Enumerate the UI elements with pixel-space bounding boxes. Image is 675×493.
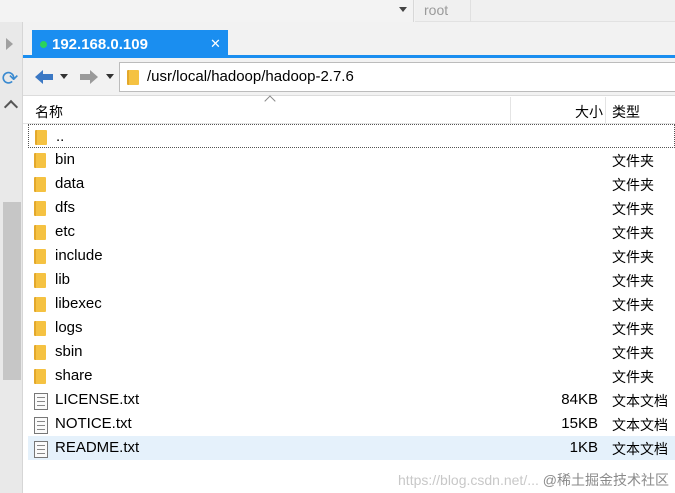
item-size: 84KB bbox=[561, 391, 598, 408]
address-bar[interactable]: /usr/local/hadoop/hadoop-2.7.6 bbox=[119, 62, 675, 92]
folder-icon bbox=[34, 225, 46, 240]
folder-icon bbox=[34, 201, 46, 216]
column-size[interactable]: 大小 bbox=[511, 102, 603, 122]
address-path[interactable]: /usr/local/hadoop/hadoop-2.7.6 bbox=[147, 68, 354, 85]
watermark-brand: @稀土掘金技术社区 bbox=[542, 472, 669, 488]
item-name: NOTICE.txt bbox=[55, 415, 132, 432]
divider bbox=[470, 0, 471, 22]
item-name: data bbox=[55, 175, 85, 192]
item-name: etc bbox=[55, 223, 76, 240]
list-item[interactable]: etc 文件夹 bbox=[28, 220, 675, 244]
back-history-chevron-icon[interactable] bbox=[60, 74, 68, 79]
list-item[interactable]: include 文件夹 bbox=[28, 244, 675, 268]
folder-icon bbox=[34, 153, 46, 168]
list-item[interactable]: logs 文件夹 bbox=[28, 316, 675, 340]
column-type[interactable]: 类型 bbox=[612, 102, 640, 122]
tab-session[interactable]: 192.168.0.109 ✕ bbox=[32, 30, 228, 59]
item-type: 文件夹 bbox=[612, 249, 654, 265]
text-file-icon bbox=[34, 393, 48, 410]
item-type: 文件夹 bbox=[612, 177, 654, 193]
item-name: dfs bbox=[55, 199, 76, 216]
list-item[interactable]: lib 文件夹 bbox=[28, 268, 675, 292]
item-name: libexec bbox=[55, 295, 102, 312]
text-file-icon bbox=[34, 441, 48, 458]
item-size: 15KB bbox=[561, 415, 598, 432]
watermark: https://blog.csdn.net/... @稀土掘金技术社区 bbox=[398, 470, 669, 490]
item-name: lib bbox=[55, 271, 71, 288]
folder-icon bbox=[34, 321, 46, 336]
item-type: 文件夹 bbox=[612, 201, 654, 217]
username-field[interactable]: root bbox=[424, 2, 448, 18]
item-type: 文件夹 bbox=[612, 297, 654, 313]
divider bbox=[413, 0, 414, 22]
list-item[interactable]: data 文件夹 bbox=[28, 172, 675, 196]
left-gutter: ⟳ bbox=[0, 22, 23, 493]
folder-icon bbox=[127, 70, 139, 85]
list-item[interactable]: LICENSE.txt 84KB 文本文档 bbox=[28, 388, 675, 412]
item-type: 文件夹 bbox=[612, 225, 654, 241]
text-file-icon bbox=[34, 417, 48, 434]
folder-icon bbox=[34, 273, 46, 288]
item-type: 文件夹 bbox=[612, 321, 654, 337]
item-name: README.txt bbox=[55, 439, 140, 456]
item-name: share bbox=[55, 367, 93, 384]
file-list: .. bin 文件夹 data 文件夹 dfs 文件夹 etc 文件夹 incl… bbox=[28, 124, 675, 460]
item-type: 文件夹 bbox=[612, 153, 654, 169]
list-item[interactable]: share 文件夹 bbox=[28, 364, 675, 388]
item-name: logs bbox=[55, 319, 83, 336]
connection-status-icon bbox=[40, 41, 47, 48]
play-icon[interactable] bbox=[6, 38, 13, 50]
navigation-bar: /usr/local/hadoop/hadoop-2.7.6 bbox=[23, 58, 675, 96]
list-item[interactable]: libexec 文件夹 bbox=[28, 292, 675, 316]
tab-bar: 192.168.0.109 ✕ bbox=[23, 22, 675, 59]
folder-icon bbox=[34, 345, 46, 360]
item-type: 文本文档 bbox=[612, 417, 668, 433]
column-header: 名称 大小 类型 bbox=[23, 95, 675, 124]
item-name: sbin bbox=[55, 343, 83, 360]
column-divider[interactable] bbox=[605, 97, 606, 124]
folder-icon bbox=[35, 130, 47, 145]
refresh-icon[interactable]: ⟳ bbox=[0, 67, 20, 91]
folder-icon bbox=[34, 249, 46, 264]
list-item[interactable]: sbin 文件夹 bbox=[28, 340, 675, 364]
item-name: include bbox=[55, 247, 103, 264]
item-type: 文本文档 bbox=[612, 441, 668, 457]
forward-arrow-icon[interactable] bbox=[78, 67, 100, 87]
chevron-down-icon[interactable] bbox=[399, 7, 407, 12]
item-name: bin bbox=[55, 151, 76, 168]
column-name[interactable]: 名称 bbox=[35, 102, 63, 122]
item-type: 文件夹 bbox=[612, 369, 654, 385]
forward-history-chevron-icon[interactable] bbox=[106, 74, 114, 79]
item-name: .. bbox=[56, 128, 65, 145]
item-type: 文件夹 bbox=[612, 273, 654, 289]
session-selector[interactable] bbox=[0, 0, 415, 22]
watermark-url: https://blog.csdn.net/... bbox=[398, 472, 539, 488]
item-name: LICENSE.txt bbox=[55, 391, 140, 408]
list-item[interactable]: dfs 文件夹 bbox=[28, 196, 675, 220]
sort-ascending-icon bbox=[264, 95, 276, 107]
folder-icon bbox=[34, 177, 46, 192]
item-type: 文本文档 bbox=[612, 393, 668, 409]
list-item-parent[interactable]: .. bbox=[28, 124, 675, 148]
list-item[interactable]: bin 文件夹 bbox=[28, 148, 675, 172]
list-item-selected[interactable]: README.txt 1KB 文本文档 bbox=[28, 436, 675, 460]
item-type: 文件夹 bbox=[612, 345, 654, 361]
scrollbar-thumb[interactable] bbox=[3, 202, 21, 380]
folder-icon bbox=[34, 369, 46, 384]
close-icon[interactable]: ✕ bbox=[210, 37, 221, 51]
scroll-up-icon[interactable] bbox=[3, 99, 19, 115]
list-item[interactable]: NOTICE.txt 15KB 文本文档 bbox=[28, 412, 675, 436]
back-arrow-icon[interactable] bbox=[33, 67, 55, 87]
tab-label: 192.168.0.109 bbox=[52, 36, 148, 53]
item-size: 1KB bbox=[569, 439, 598, 456]
folder-icon bbox=[34, 297, 46, 312]
top-strip: root bbox=[0, 0, 675, 22]
